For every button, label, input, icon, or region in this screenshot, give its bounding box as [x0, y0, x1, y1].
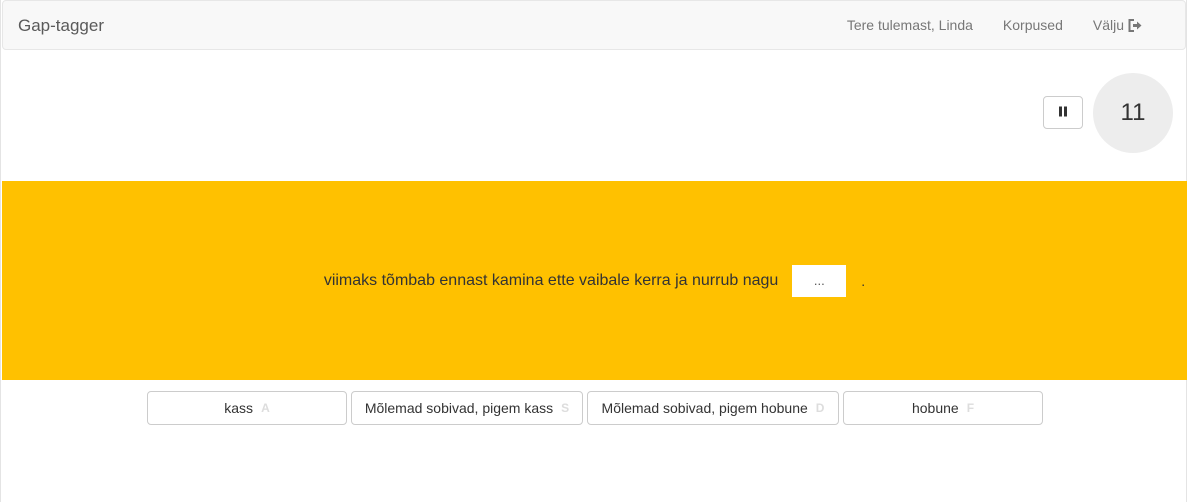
- brand-link[interactable]: Gap-tagger: [18, 16, 104, 36]
- navbar-right: Tere tulemast, Linda Korpused Välju: [832, 17, 1157, 33]
- timer-value: 11: [1120, 99, 1146, 126]
- corpora-link[interactable]: Korpused: [988, 17, 1078, 33]
- sentence-end: .: [861, 273, 866, 289]
- logout-link[interactable]: Välju: [1078, 17, 1157, 33]
- answer-label: Mõlemad sobivad, pigem hobune: [601, 400, 808, 416]
- navbar: Gap-tagger Tere tulemast, Linda Korpused…: [2, 0, 1186, 50]
- logout-label: Välju: [1092, 17, 1124, 33]
- sentence-text: viimaks tõmbab ennast kamina ette vaibal…: [323, 272, 779, 289]
- answer-label: hobune: [911, 400, 959, 416]
- answer-label: kass: [224, 400, 254, 416]
- hotkey-hint: F: [966, 401, 975, 415]
- answer-button-pigem-kass[interactable]: Mõlemad sobivad, pigem kass S: [351, 391, 583, 425]
- gap-box: ...: [792, 265, 847, 297]
- answer-button-pigem-hobune[interactable]: Mõlemad sobivad, pigem hobune D: [587, 391, 839, 425]
- welcome-text: Tere tulemast, Linda: [846, 17, 973, 33]
- answer-label: Mõlemad sobivad, pigem kass: [364, 400, 554, 416]
- pause-button[interactable]: [1043, 96, 1083, 129]
- answer-button-kass[interactable]: kass A: [147, 391, 347, 425]
- countdown-timer: 11: [1093, 73, 1173, 153]
- sign-out-icon: [1128, 18, 1142, 32]
- pause-icon: [1058, 104, 1068, 122]
- page: Gap-tagger Tere tulemast, Linda Korpused…: [0, 0, 1187, 502]
- sentence-row: viimaks tõmbab ennast kamina ette vaibal…: [2, 265, 1187, 297]
- hotkey-hint: A: [261, 401, 270, 415]
- answer-button-hobune[interactable]: hobune F: [843, 391, 1043, 425]
- hotkey-hint: S: [561, 401, 570, 415]
- answer-buttons: kass A Mõlemad sobivad, pigem kass S Mõl…: [147, 391, 1043, 425]
- sentence-banner: viimaks tõmbab ennast kamina ette vaibal…: [2, 181, 1187, 380]
- hotkey-hint: D: [815, 401, 825, 415]
